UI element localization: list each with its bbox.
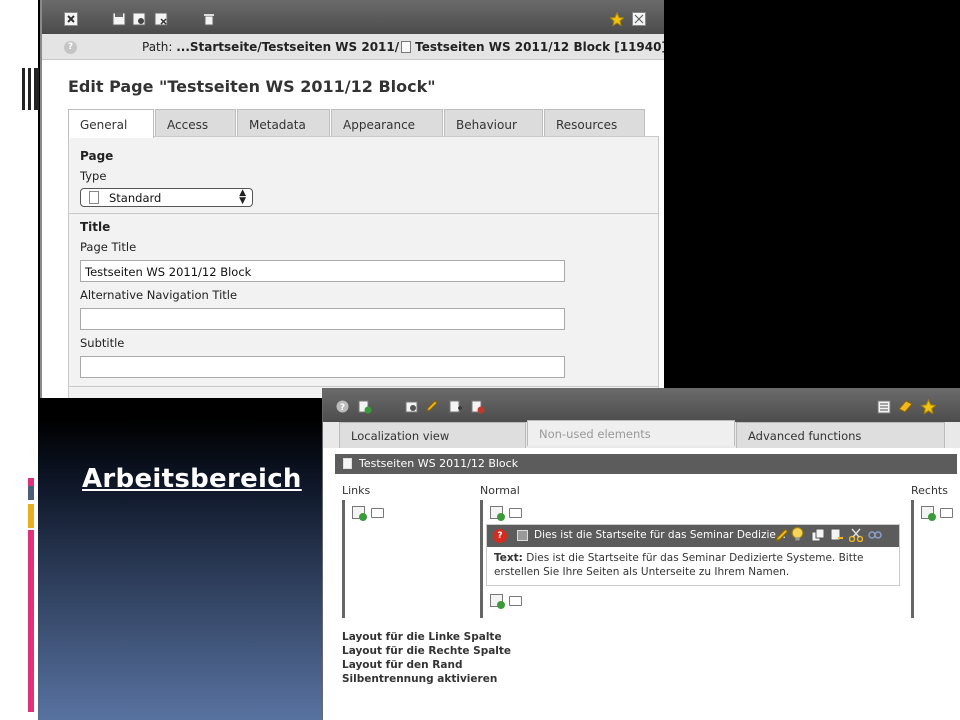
column-border-links <box>342 500 345 618</box>
content-element-title: Dies ist die Startseite für das Seminar … <box>534 529 786 541</box>
page-icon <box>401 41 412 53</box>
module-tabs: Localization view Non-used elements Adva… <box>323 420 960 448</box>
save-view-icon[interactable] <box>132 12 146 26</box>
view-page-icon[interactable] <box>405 400 419 414</box>
content-element-header[interactable]: ? Dies ist die Startseite für das Semina… <box>487 525 899 547</box>
column-border-normal <box>480 500 483 618</box>
tab-advanced-functions[interactable]: Advanced functions <box>736 422 945 448</box>
move-page-icon[interactable] <box>449 400 463 414</box>
layout-link-border: Layout für den Rand <box>342 659 463 671</box>
page-icon <box>343 458 352 469</box>
column-header-rechts: Rechts <box>911 484 948 497</box>
tab-general[interactable]: General <box>68 109 154 138</box>
list-view-icon[interactable] <box>877 400 891 414</box>
general-form: Page Type Standard ▲ ▼ Title Page Title T… <box>68 136 659 398</box>
accent-bar-3 <box>28 504 34 528</box>
copy-icon[interactable] <box>811 528 825 542</box>
accent-bar-4 <box>28 530 34 712</box>
page-header-bar: Testseiten WS 2011/12 Block <box>335 454 957 474</box>
folder-icon[interactable] <box>509 596 522 606</box>
help-icon[interactable]: ? <box>64 41 77 54</box>
content-element-text: Dies ist die Startseite für das Seminar … <box>494 552 864 578</box>
tab-access[interactable]: Access <box>155 109 236 137</box>
bookmark-star-icon[interactable] <box>610 12 624 26</box>
tab-localization-view[interactable]: Localization view <box>339 422 526 448</box>
content-element-body: Text: Dies ist die Startseite für das Se… <box>494 551 894 579</box>
page-title: Edit Page "Testseiten WS 2011/12 Block" <box>68 77 436 96</box>
decorative-bars <box>22 68 40 110</box>
title-section-heading: Title <box>80 220 111 234</box>
column-border-rechts <box>911 500 914 618</box>
page-icon <box>89 191 99 204</box>
layout-link-left-column: Layout für die Linke Spalte <box>342 631 502 643</box>
subtitle-label: Subtitle <box>80 336 125 350</box>
page-section-heading: Page <box>80 149 114 163</box>
page-type-value: Standard <box>109 191 162 205</box>
delete-icon[interactable] <box>202 12 216 26</box>
hyphenation-option: Silbentrennung aktivieren <box>342 673 498 685</box>
tab-appearance[interactable]: Appearance <box>331 109 443 137</box>
alt-nav-title-input[interactable] <box>80 308 565 330</box>
tab-resources[interactable]: Resources <box>544 109 645 137</box>
bookmark-star-icon[interactable] <box>921 399 936 414</box>
content-element: ? Dies ist die Startseite für das Semina… <box>486 524 900 586</box>
column-header-links: Links <box>342 484 371 497</box>
edit-pencil-icon[interactable] <box>425 399 439 413</box>
delete-icon[interactable] <box>868 528 882 542</box>
subtitle-input[interactable] <box>80 356 565 378</box>
page-title-label: Page Title <box>80 240 137 254</box>
warning-icon: ? <box>493 529 507 543</box>
new-content-icon[interactable] <box>490 506 505 521</box>
type-label: Type <box>80 169 107 183</box>
divider <box>69 386 658 387</box>
page-type-select[interactable]: Standard ▲ ▼ <box>80 188 253 207</box>
new-content-icon[interactable] <box>921 506 936 521</box>
fullscreen-icon[interactable] <box>632 12 646 26</box>
page-title-input[interactable]: Testseiten WS 2011/12 Block <box>80 260 565 282</box>
module-toolbar: ? <box>323 388 960 424</box>
folder-icon[interactable] <box>371 508 384 518</box>
editor-toolbar <box>42 0 664 34</box>
close-icon[interactable] <box>64 12 78 26</box>
path-page: Testseiten WS 2011/12 Block [11940] <box>415 40 664 54</box>
edit-pencil-icon[interactable] <box>774 527 790 543</box>
tab-metadata[interactable]: Metadata <box>237 109 330 137</box>
divider <box>69 213 658 214</box>
save-close-icon[interactable] <box>154 12 168 26</box>
text-element-icon <box>517 530 528 541</box>
svg-text:?: ? <box>340 403 345 413</box>
page-history-icon[interactable] <box>471 400 485 414</box>
folder-icon[interactable] <box>509 508 522 518</box>
page-editor-window: ? Path: ...Startseite/Testseiten WS 2011… <box>40 0 664 398</box>
save-icon[interactable] <box>112 12 126 26</box>
tab-non-used-elements[interactable]: Non-used elements <box>527 420 735 446</box>
slide-title: Arbeitsbereich <box>82 464 302 494</box>
page-header-title: Testseiten WS 2011/12 Block <box>359 457 519 470</box>
accent-bar-2 <box>28 486 34 500</box>
help-icon[interactable]: ? <box>336 400 349 413</box>
new-page-icon[interactable] <box>358 400 372 414</box>
cut-icon[interactable] <box>849 528 863 542</box>
clear-cache-icon[interactable] <box>898 399 913 413</box>
alt-nav-title-label: Alternative Navigation Title <box>80 288 238 302</box>
layout-link-right-column: Layout für die Rechte Spalte <box>342 645 512 657</box>
new-content-icon[interactable] <box>490 594 505 609</box>
hide-bulb-icon[interactable] <box>790 526 805 542</box>
column-header-normal: Normal <box>480 484 520 497</box>
path-value[interactable]: ...Startseite/Testseiten WS 2011/ <box>176 40 399 54</box>
text-label: Text: <box>494 552 523 564</box>
path-label: Path: <box>142 40 173 54</box>
path-bar: ? Path: ...Startseite/Testseiten WS 2011… <box>42 34 664 60</box>
breadcrumb: Path: ...Startseite/Testseiten WS 2011/T… <box>142 40 664 54</box>
select-arrows-icon: ▲ ▼ <box>239 188 246 206</box>
folder-icon[interactable] <box>940 508 953 518</box>
move-icon[interactable] <box>830 528 844 542</box>
new-content-icon[interactable] <box>352 506 367 521</box>
tab-behaviour[interactable]: Behaviour <box>444 109 543 137</box>
page-module-window: ? Localization view Non-used elements Ad… <box>322 388 960 720</box>
layout-options: Layout für die Linke Spalte Layout für d… <box>342 630 511 686</box>
